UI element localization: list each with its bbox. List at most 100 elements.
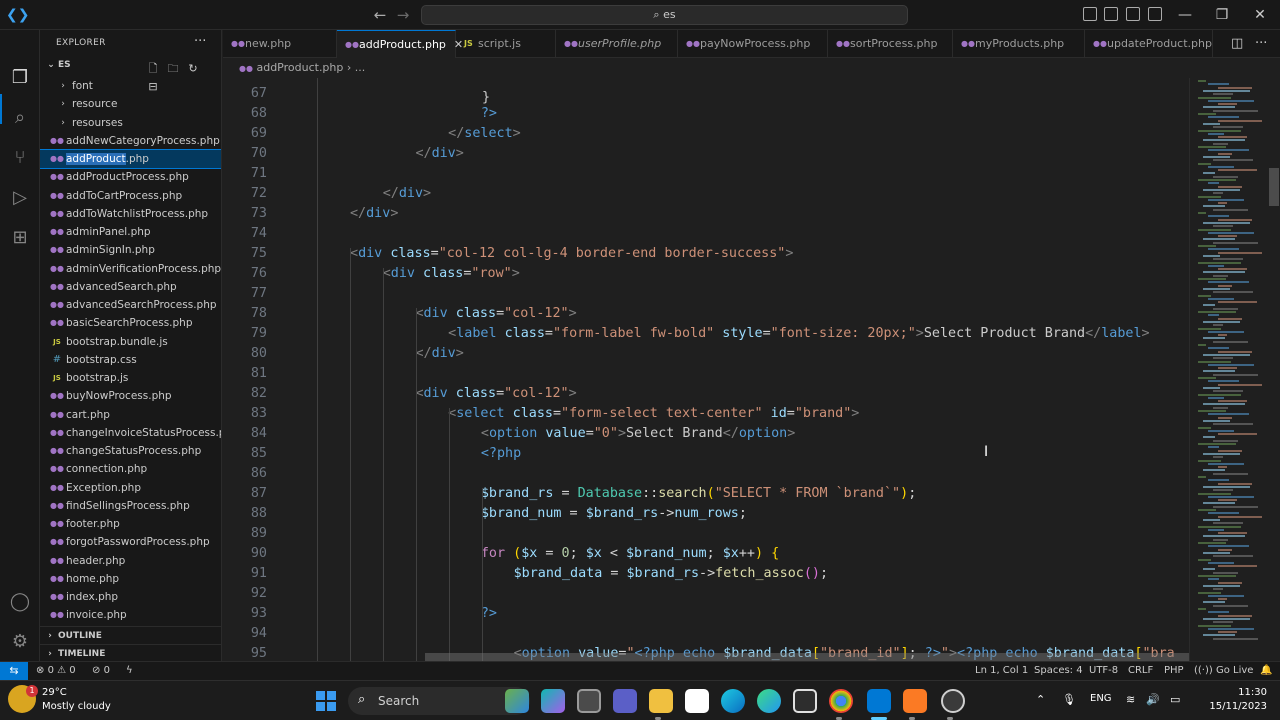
editor-tab[interactable]: ●● addProduct.php ✕ — [337, 30, 463, 58]
editor-tab[interactable]: ●● updateProduct.php — [1085, 30, 1213, 58]
code-editor[interactable]: } 67 68 ?> 69 </select> 70 </div> 71 72 </div> 73 <… — [223, 78, 1189, 661]
tree-file[interactable]: ●● addToCartProcess.php — [40, 187, 221, 205]
tree-file[interactable]: ●● addNewCategoryProcess.php — [40, 132, 221, 150]
tree-folder[interactable]: › resourses — [40, 114, 221, 132]
task-view-icon[interactable] — [577, 689, 601, 713]
tree-file[interactable]: ●● advancedSearchProcess.php — [40, 296, 221, 314]
tree-file[interactable]: ●● advancedSearch.php — [40, 278, 221, 296]
microphone-icon[interactable]: 🎙 — [1062, 693, 1076, 706]
teams-chat-icon[interactable] — [613, 689, 637, 713]
manage-gear-icon[interactable]: ⚙ — [8, 630, 32, 654]
source-control-icon[interactable]: ⑂ — [8, 146, 32, 170]
editor-tab[interactable]: ●● userProfile.php — [556, 30, 678, 58]
forward-arrow-icon[interactable]: → — [394, 6, 412, 24]
tree-folder[interactable]: › resource — [40, 95, 221, 113]
command-center-search[interactable]: ⌕ es — [421, 5, 908, 25]
wifi-icon[interactable]: ≋ — [1126, 693, 1135, 706]
microsoft-store-icon[interactable] — [685, 689, 709, 713]
minimize-icon[interactable]: — — [1174, 4, 1196, 26]
close-icon[interactable]: ✕ — [1249, 4, 1271, 26]
outline-section[interactable]: › OUTLINE — [40, 626, 221, 644]
vertical-scrollbar-thumb[interactable] — [1269, 168, 1279, 206]
restore-icon[interactable]: ❐ — [1211, 4, 1233, 26]
horizontal-scrollbar[interactable] — [425, 653, 1240, 661]
line-endings[interactable]: CRLF — [1128, 662, 1153, 680]
tree-file[interactable]: ●● changeStatusProcess.php — [40, 442, 221, 460]
snipping-tool-icon[interactable] — [793, 689, 817, 713]
obs-recorder-icon[interactable] — [941, 689, 965, 713]
tree-file[interactable]: ●● header.php — [40, 552, 221, 570]
encoding[interactable]: UTF-8 — [1089, 662, 1118, 680]
notifications-icon[interactable]: 🔔 — [1260, 662, 1272, 680]
tree-file[interactable]: ●● addToWatchlistProcess.php — [40, 205, 221, 223]
extensions-icon[interactable]: ⊞ — [8, 226, 32, 250]
file-explorer-icon[interactable] — [649, 689, 673, 713]
tree-file[interactable]: ●● invoice.php — [40, 606, 221, 624]
tree-file[interactable]: ●● addProductProcess.php — [40, 168, 221, 186]
tree-file[interactable]: ●● forgotPasswordProcess.php — [40, 533, 221, 551]
search-icon[interactable]: ⌕ — [8, 106, 32, 130]
refresh-icon[interactable]: ↻ — [183, 62, 203, 75]
lightning-icon[interactable]: ϟ — [126, 662, 133, 680]
toggle-secondary-sidebar-icon[interactable] — [1126, 7, 1140, 21]
chrome-dev-icon[interactable] — [757, 689, 781, 713]
run-debug-icon[interactable]: ▷ — [8, 186, 32, 210]
tree-file[interactable]: ●● Exception.php — [40, 479, 221, 497]
editor-tab[interactable]: JS script.js — [456, 30, 556, 58]
editor-tab[interactable]: ●● myProducts.php — [953, 30, 1085, 58]
more-actions-icon[interactable]: ··· — [194, 34, 206, 49]
tree-folder[interactable]: › font — [40, 77, 221, 95]
tree-file[interactable]: JS bootstrap.bundle.js — [40, 333, 221, 351]
tree-file[interactable]: ●● cart.php — [40, 406, 221, 424]
clock-time[interactable]: 11:30 — [1219, 687, 1267, 698]
copilot-icon[interactable] — [541, 689, 565, 713]
minimap[interactable] — [1189, 78, 1280, 661]
split-editor-icon[interactable]: ◫ — [1231, 36, 1243, 51]
tree-file[interactable]: JS bootstrap.js — [40, 369, 221, 387]
language-mode[interactable]: PHP — [1164, 662, 1184, 680]
xampp-icon[interactable] — [903, 689, 927, 713]
tree-file[interactable]: ●● changeInvoiceStatusProcess.p... — [40, 424, 221, 442]
toggle-panel-icon[interactable] — [1104, 7, 1118, 21]
toggle-sidebar-icon[interactable] — [1083, 7, 1097, 21]
tree-file[interactable]: ●● findSellingsProcess.php — [40, 497, 221, 515]
tree-file[interactable]: ●● buyNowProcess.php — [40, 387, 221, 405]
tree-file[interactable]: ●● basicSearchProcess.php — [40, 314, 221, 332]
tree-file[interactable]: ●● home.php — [40, 570, 221, 588]
back-arrow-icon[interactable]: ← — [371, 6, 389, 24]
input-language[interactable]: ENG — [1090, 693, 1112, 704]
windows-start-icon[interactable] — [316, 691, 336, 711]
clock-date[interactable]: 15/11/2023 — [1199, 701, 1267, 712]
tree-file[interactable]: ●● connection.php — [40, 460, 221, 478]
problems-indicator[interactable]: ⊗ 0 ⚠ 0 — [36, 662, 76, 680]
go-live-button[interactable]: ((·)) Go Live — [1194, 662, 1253, 680]
timeline-section[interactable]: › TIMELINE — [40, 644, 221, 661]
tree-file[interactable]: # bootstrap.css — [40, 351, 221, 369]
editor-tab[interactable]: ●● payNowProcess.php — [678, 30, 828, 58]
tree-file[interactable]: ●● adminVerificationProcess.php — [40, 260, 221, 278]
editor-tab[interactable]: ●● sortProcess.php — [828, 30, 953, 58]
battery-icon[interactable]: ▭ — [1170, 693, 1180, 706]
more-actions-icon[interactable]: ··· — [1255, 36, 1267, 51]
edge-browser-icon[interactable] — [721, 689, 745, 713]
breadcrumb-file[interactable]: addProduct.php — [256, 61, 343, 74]
tree-file[interactable]: ●● adminPanel.php — [40, 223, 221, 241]
customize-layout-icon[interactable] — [1148, 7, 1162, 21]
weather-temperature[interactable]: 29°C — [42, 687, 67, 698]
breadcrumb-rest[interactable]: ... — [355, 61, 366, 74]
tree-file[interactable]: ●● adminSignIn.php — [40, 241, 221, 259]
indentation[interactable]: Spaces: 4 — [1034, 662, 1083, 680]
tree-file[interactable]: ●● footer.php — [40, 515, 221, 533]
vscode-taskbar-icon[interactable] — [867, 689, 891, 713]
volume-icon[interactable]: 🔊 — [1146, 693, 1160, 706]
weather-description[interactable]: Mostly cloudy — [42, 701, 111, 712]
remote-indicator-icon[interactable]: ⇆ — [0, 662, 28, 681]
accounts-icon[interactable]: ◯ — [8, 590, 32, 614]
taskbar-search[interactable]: Search — [348, 687, 530, 715]
chrome-icon[interactable] — [829, 689, 853, 713]
widget-landscape-icon[interactable] — [505, 689, 529, 713]
cursor-position[interactable]: Ln 1, Col 1 — [975, 662, 1028, 680]
ports-indicator[interactable]: ⊘ 0 — [92, 662, 110, 680]
tree-file[interactable]: ●● addProduct.php — [40, 149, 221, 170]
chevron-up-icon[interactable]: ⌃ — [1036, 693, 1045, 706]
